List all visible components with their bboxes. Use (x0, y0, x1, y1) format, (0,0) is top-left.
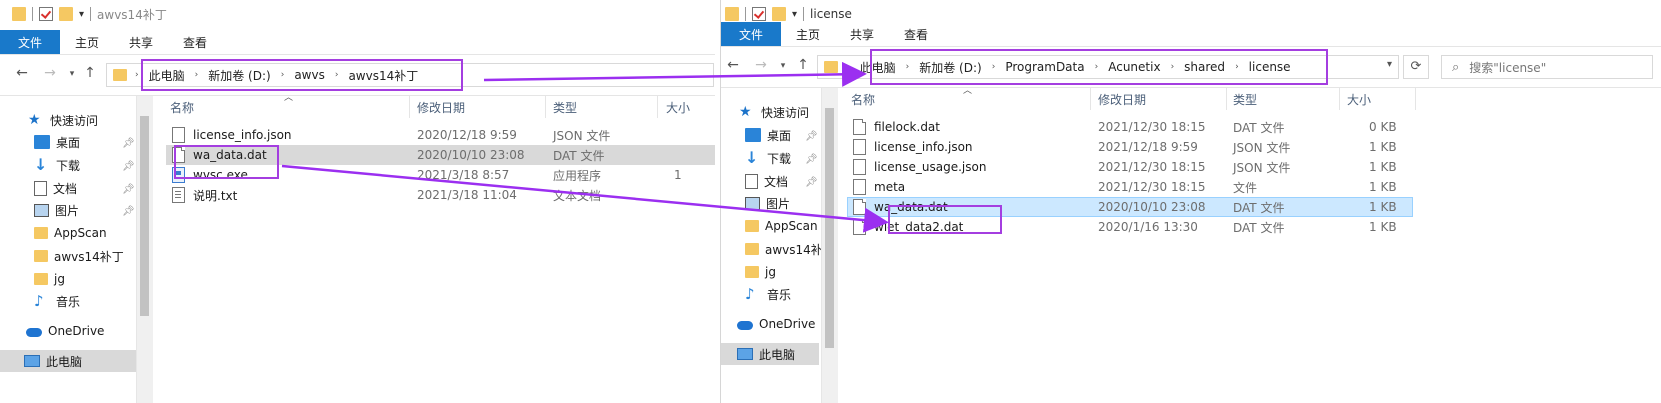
arrow-path-to-path (483, 61, 867, 87)
annotation-arrows (281, 61, 889, 233)
arrow-file-to-file (281, 164, 889, 233)
